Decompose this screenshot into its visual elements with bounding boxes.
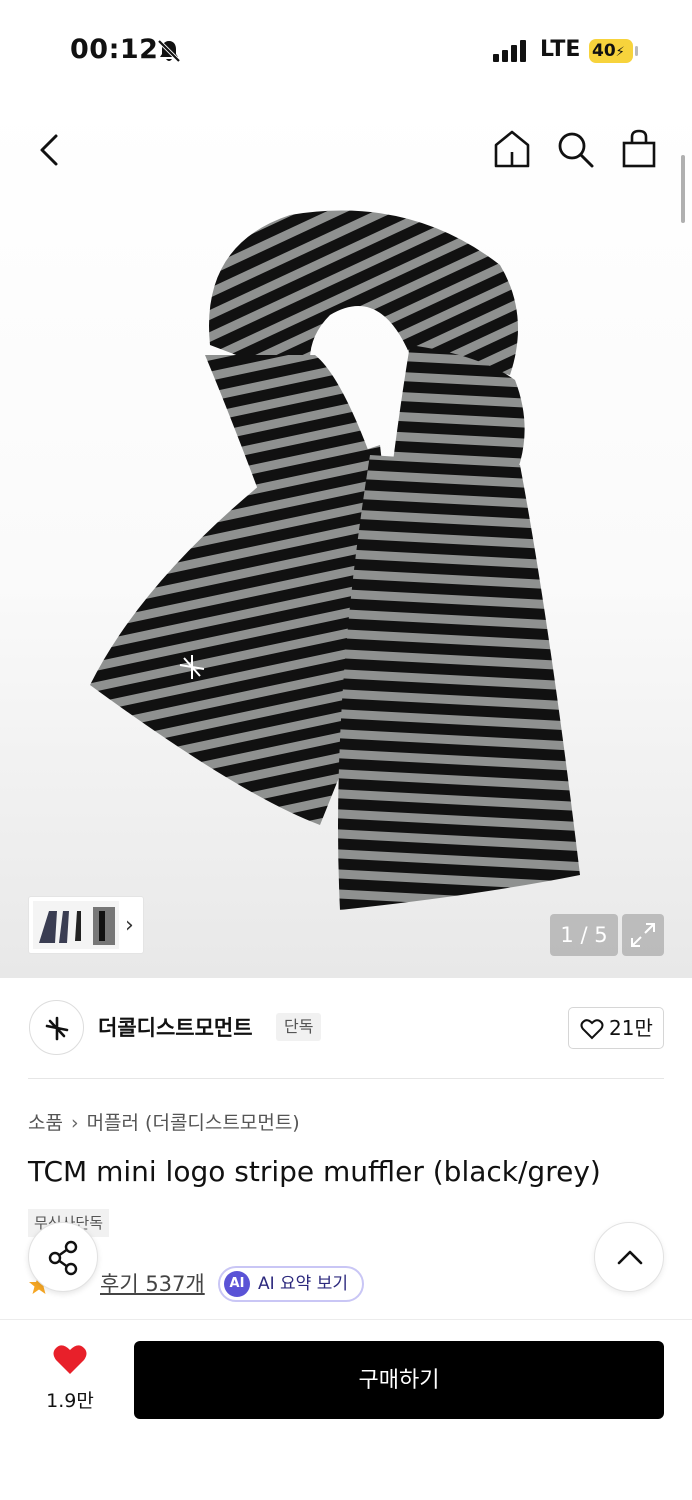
ai-summary-button[interactable]: AI AI 요약 보기 <box>218 1266 365 1302</box>
brand-exclusive-badge: 단독 <box>276 1013 322 1041</box>
chevron-left-icon <box>40 134 58 166</box>
buy-button[interactable]: 구매하기 <box>134 1341 664 1419</box>
wishlist-button[interactable]: 1.9만 <box>40 1344 100 1414</box>
brand-logo-icon <box>45 1016 69 1041</box>
heart-filled-icon <box>53 1345 87 1374</box>
ai-icon: AI <box>224 1271 250 1297</box>
battery-level: 40 <box>592 41 616 61</box>
network-type: LTE <box>540 37 581 62</box>
expand-icon <box>631 923 655 947</box>
search-button[interactable] <box>556 130 596 174</box>
back-button[interactable] <box>30 128 70 172</box>
wishlist-count: 1.9만 <box>46 1390 94 1412</box>
share-icon <box>48 1240 78 1276</box>
battery-nub <box>635 46 638 56</box>
breadcrumb-subcategory[interactable]: 머플러 (더콜디스트모먼트) <box>87 1112 300 1134</box>
expand-button[interactable] <box>622 914 664 956</box>
brand-logo[interactable] <box>29 1000 84 1055</box>
divider <box>28 1078 664 1079</box>
status-bar: 00:12 LTE 40⚡ <box>0 0 692 100</box>
chevron-right-icon: › <box>125 913 134 938</box>
brand-name[interactable]: 더콜디스트모먼트 <box>98 1012 253 1042</box>
reviews-link[interactable]: 후기 537개 <box>100 1268 205 1298</box>
thumbnail-images <box>33 901 119 949</box>
battery-icon: 40⚡ <box>589 39 633 63</box>
breadcrumb-category[interactable]: 소품 <box>28 1112 63 1134</box>
search-icon <box>558 132 594 168</box>
gallery-counter: 1 / 5 <box>550 914 618 956</box>
heart-outline-icon <box>580 1019 604 1040</box>
scroll-to-top-button[interactable] <box>594 1222 664 1292</box>
brand-like-count: 21만 <box>609 1016 653 1040</box>
thumbnail-strip[interactable]: › <box>28 896 144 954</box>
breadcrumb: 소품 › 머플러 (더콜디스트모먼트) <box>28 1108 300 1135</box>
product-title: TCM mini logo stripe muffler (black/grey… <box>28 1155 601 1188</box>
chevron-right-icon: › <box>70 1112 79 1134</box>
cart-button[interactable] <box>620 128 658 174</box>
brand-like-button[interactable]: 21만 <box>568 1007 664 1049</box>
ai-summary-label: AI 요약 보기 <box>258 1274 349 1294</box>
bell-muted-icon <box>156 38 182 68</box>
signal-icon <box>493 40 529 66</box>
shopping-bag-icon <box>622 129 656 168</box>
product-image <box>80 205 590 924</box>
home-button[interactable] <box>492 128 532 174</box>
chevron-up-icon <box>617 1250 643 1265</box>
share-button[interactable] <box>28 1222 98 1292</box>
page-scrollbar[interactable] <box>681 155 685 223</box>
home-icon <box>494 130 530 168</box>
status-time: 00:12 <box>70 34 159 65</box>
